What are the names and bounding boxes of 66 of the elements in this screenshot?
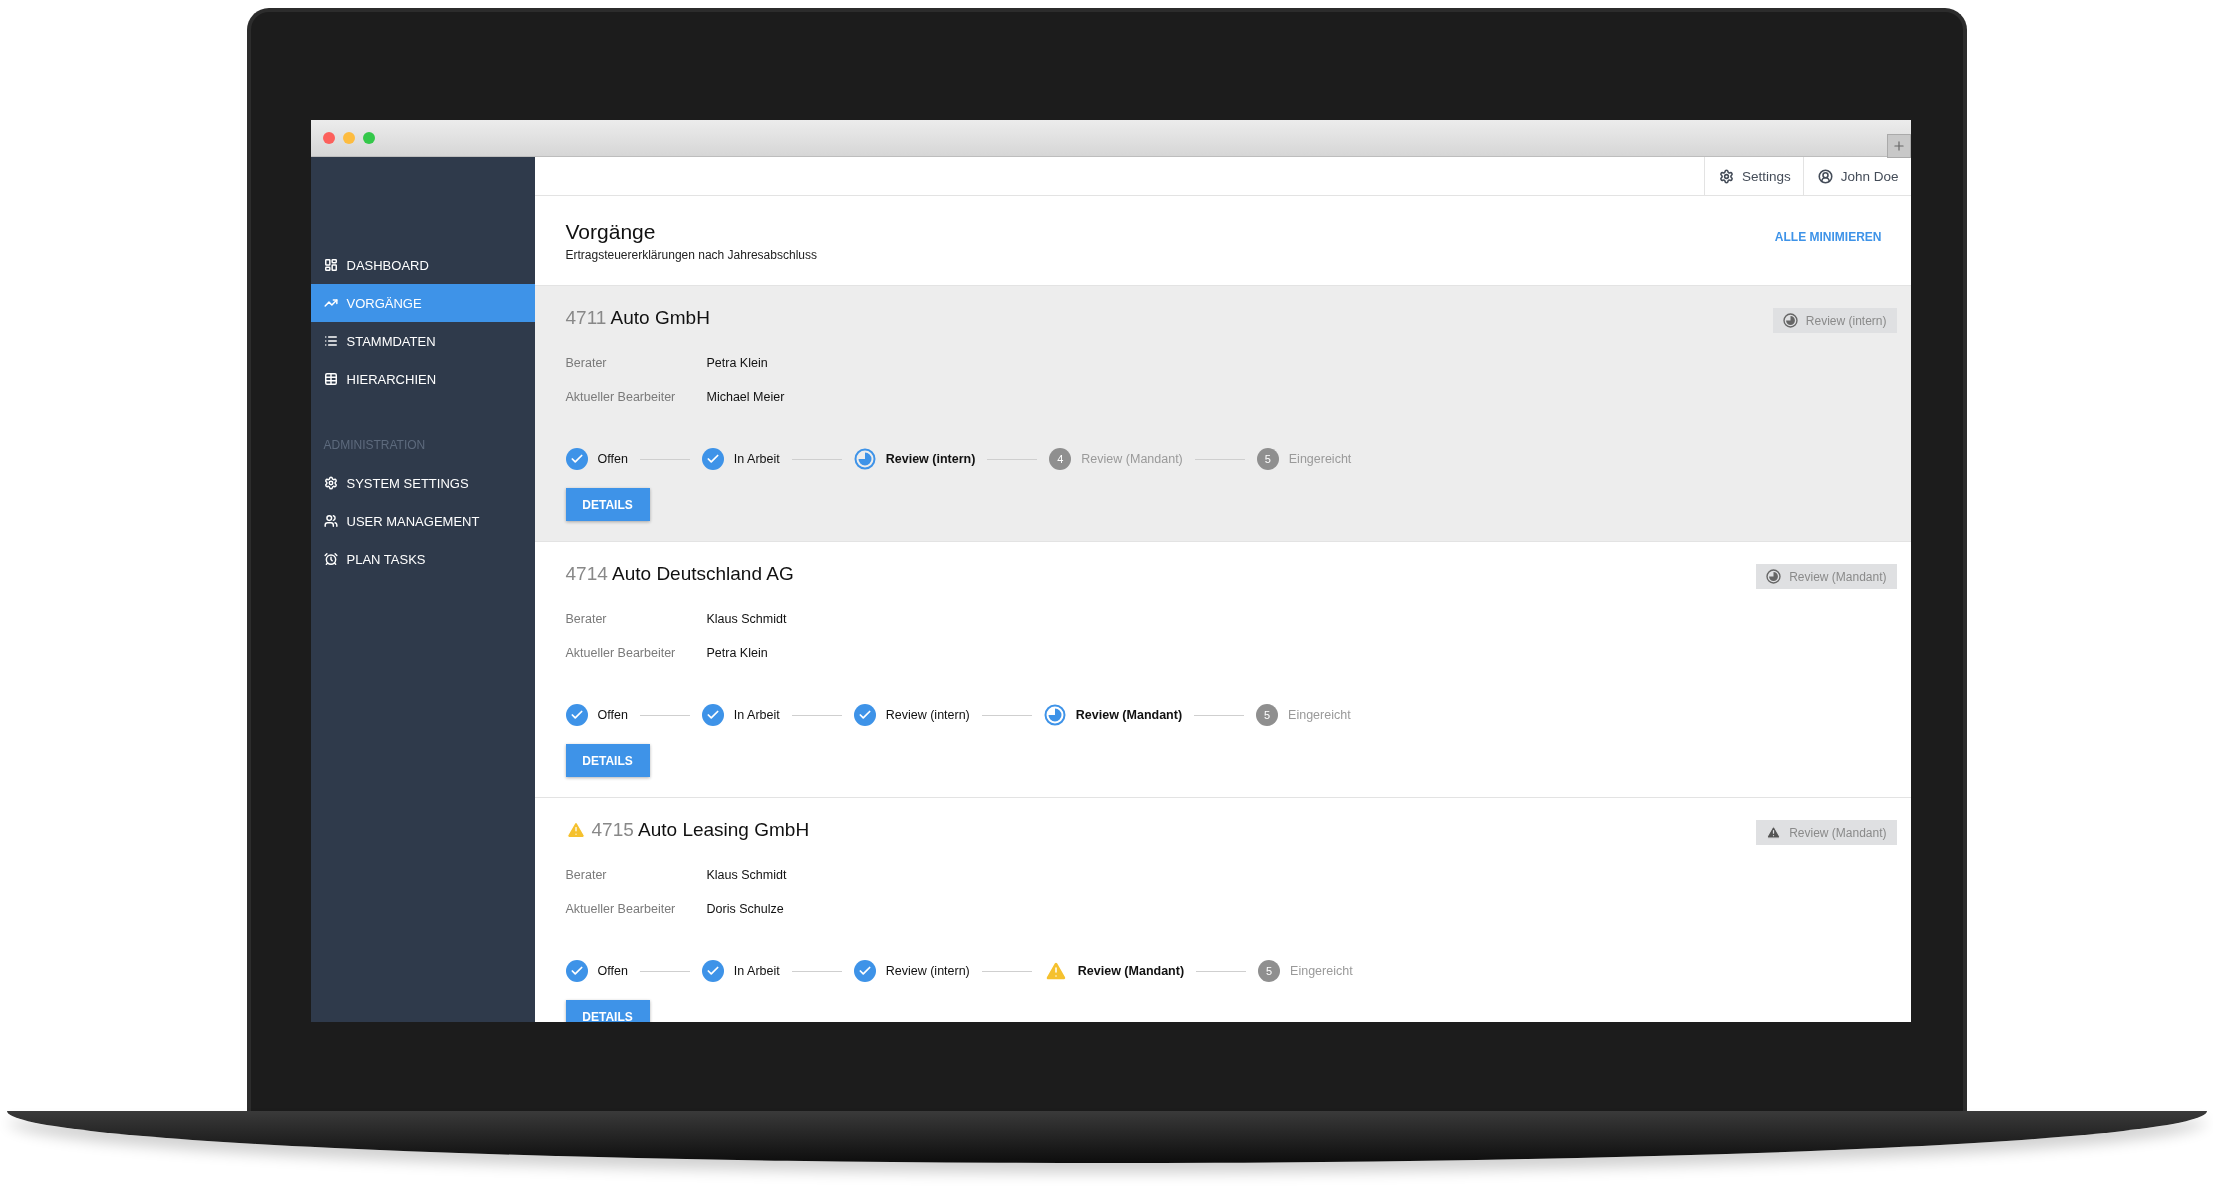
step-number: 5 (1258, 960, 1281, 982)
field-label: Aktueller Bearbeiter (565, 390, 677, 404)
warning-icon (1766, 825, 1782, 840)
field-value: Petra Klein (706, 356, 768, 370)
progress-icon (1766, 569, 1782, 584)
step-label: Eingereicht (1290, 964, 1353, 978)
case-title: 4714 Auto Deutschland AG (565, 562, 794, 586)
step-label: In Arbeit (733, 964, 780, 978)
field-value: Doris Schulze (706, 902, 784, 916)
step-label: In Arbeit (733, 452, 780, 466)
sidebar-item[interactable]: HIERARCHIEN (310, 360, 535, 398)
alarm-clock-icon (323, 552, 338, 566)
users-icon (323, 514, 338, 528)
dashboard-icon (323, 258, 338, 272)
field-label: Aktueller Bearbeiter (565, 646, 677, 660)
field-value: Klaus Schmidt (706, 612, 787, 626)
step-number: 5 (1256, 448, 1279, 470)
sidebar-item[interactable]: STAMMDATEN (310, 322, 535, 360)
case-title: 4715 Auto Leasing GmbH (565, 818, 810, 842)
settings-icon (1718, 168, 1734, 184)
step-label: Review (intern) (885, 452, 976, 466)
step-label: Eingereicht (1288, 452, 1352, 466)
progress-icon (853, 448, 876, 470)
settings-icon (323, 476, 338, 490)
step-label: Review (Mandant) (1077, 964, 1185, 978)
step-label: Review (Mandant) (1075, 708, 1183, 722)
step-label: In Arbeit (733, 708, 780, 722)
settings-button[interactable]: Settings (1703, 157, 1803, 195)
plus-icon (1891, 139, 1906, 153)
page-title: Vorgänge (565, 219, 657, 244)
step-label: Review (Mandant) (1081, 452, 1183, 466)
step-label: Offen (597, 708, 628, 722)
step-number: 4 (1049, 448, 1072, 470)
maximize-icon[interactable] (362, 132, 375, 144)
field-value: Klaus Schmidt (706, 868, 787, 882)
case-title: 4711 Auto GmbH (565, 306, 710, 330)
step-label: Review (intern) (885, 708, 970, 722)
sidebar-item[interactable]: USER MANAGEMENT (310, 502, 535, 540)
status-badge: Review (Mandant) (1756, 564, 1897, 589)
sidebar-item[interactable]: SYSTEM SETTINGS (310, 464, 535, 502)
field-label: Berater (565, 868, 608, 882)
field-value: Michael Meier (706, 390, 785, 404)
table-icon (323, 372, 338, 386)
new-tab-button[interactable] (1886, 134, 1911, 158)
close-icon[interactable] (322, 132, 335, 144)
step-label: Offen (597, 452, 628, 466)
step-label: Eingereicht (1288, 708, 1351, 722)
minimize-icon[interactable] (342, 132, 355, 144)
status-badge: Review (intern) (1772, 308, 1897, 333)
progress-icon (1782, 313, 1798, 328)
step-label: Review (intern) (885, 964, 970, 978)
trend-line-icon (323, 296, 338, 310)
field-value: Petra Klein (706, 646, 768, 660)
field-label: Aktueller Bearbeiter (565, 902, 677, 916)
user-icon (1817, 168, 1833, 184)
user-button[interactable]: John Doe (1802, 157, 1911, 195)
status-badge: Review (Mandant) (1756, 820, 1897, 845)
sidebar-item[interactable]: PLAN TASKS (310, 540, 535, 578)
list-icon (323, 334, 338, 348)
step-label: Offen (597, 964, 628, 978)
step-number: 5 (1256, 704, 1279, 726)
field-label: Berater (565, 356, 608, 370)
field-label: Berater (565, 612, 608, 626)
sidebar-item[interactable]: DASHBOARD (310, 246, 535, 284)
page-subtitle: Ertragsteuererklärungen nach Jahresabschluss (565, 247, 817, 262)
progress-icon (1043, 704, 1066, 726)
